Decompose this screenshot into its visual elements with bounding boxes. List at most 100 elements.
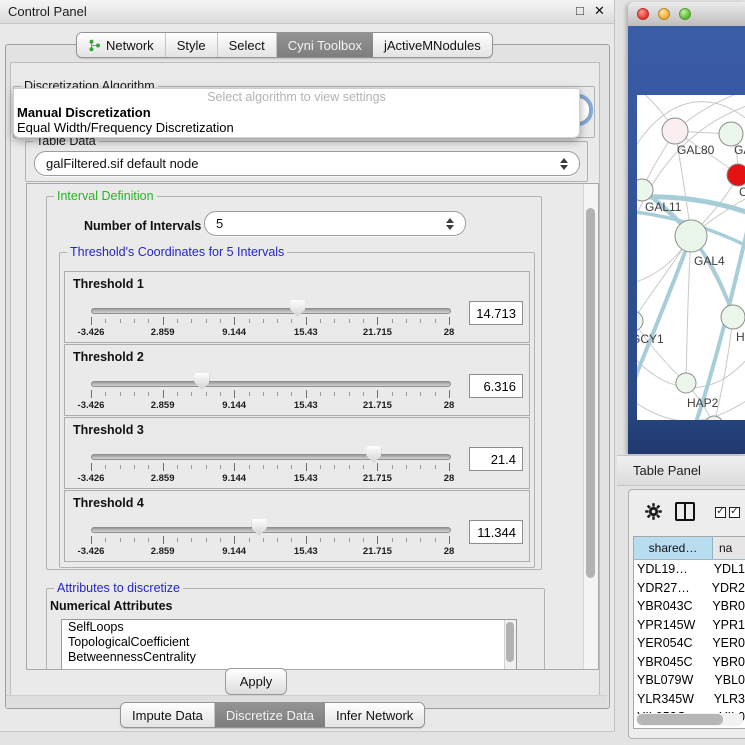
node-attribute-table[interactable]: shared… na YDL19…YDL1YDR27…YDR2YBR043CYB… — [633, 536, 745, 729]
network-node[interactable] — [675, 220, 707, 252]
column-header-shared-name[interactable]: shared… — [634, 537, 713, 559]
network-node[interactable] — [721, 305, 745, 329]
table-row[interactable]: YBR043CYBR0 — [634, 597, 745, 616]
settings-vertical-scrollbar[interactable] — [583, 184, 598, 669]
table-row[interactable]: YLR345WYLR3 — [634, 690, 745, 709]
column-header-name[interactable]: na — [713, 537, 745, 559]
table-data-combobox-value: galFiltered.sif default node — [46, 156, 198, 171]
dropdown-option-manual[interactable]: Manual Discretization — [14, 105, 579, 120]
control-panel-window: Control Panel □ ✕ Network Style Select C… — [0, 0, 615, 732]
threshold-slider-track[interactable] — [91, 308, 451, 314]
attribute-list-item[interactable]: TopologicalCoefficient — [62, 635, 516, 650]
attribute-list-scrollbar[interactable] — [504, 620, 516, 670]
network-node[interactable] — [637, 311, 643, 331]
table-row[interactable]: YBL079WYBL0 — [634, 671, 745, 690]
tab-impute-data[interactable]: Impute Data — [121, 703, 215, 727]
network-node[interactable] — [662, 118, 688, 144]
table-row[interactable]: YER054CYER0 — [634, 634, 745, 653]
tick-label: 9.144 — [222, 400, 246, 411]
slider-tick-labels: -3.4262.8599.14415.4321.71528 — [91, 473, 449, 483]
network-node-label: C — [739, 185, 745, 199]
tick-label: 28 — [444, 546, 455, 557]
cell-name[interactable]: YBL0 — [706, 673, 745, 687]
cell-name[interactable]: YBR0 — [704, 655, 745, 669]
apply-button[interactable]: Apply — [225, 668, 287, 695]
cell-shared-name[interactable]: YLR345W — [634, 692, 706, 706]
tab-cyni-toolbox[interactable]: Cyni Toolbox — [277, 33, 373, 57]
tick-label: -3.426 — [78, 546, 105, 557]
slider-tick-marks — [91, 536, 449, 545]
threshold-value-field[interactable]: 11.344 — [469, 520, 523, 544]
split-columns-icon[interactable] — [675, 502, 695, 521]
cell-name[interactable]: YPR1 — [704, 618, 745, 632]
cell-name[interactable]: YER0 — [704, 636, 745, 650]
minimize-light-yellow-icon[interactable] — [658, 8, 670, 20]
threshold-value-field[interactable]: 21.4 — [469, 447, 523, 471]
cell-name[interactable]: YBR0 — [704, 599, 745, 613]
network-node[interactable] — [676, 373, 696, 393]
threshold-slider-track[interactable] — [91, 454, 451, 460]
cyni-bottom-tabbar: Impute Data Discretize Data Infer Networ… — [120, 702, 425, 728]
network-view-window: GAL80GACGAL11GAL4GCY1HHAP2 — [628, 2, 745, 454]
dropdown-option-equal-width[interactable]: Equal Width/Frequency Discretization — [14, 120, 579, 135]
attribute-list-item[interactable]: SelfLoops — [62, 620, 516, 635]
cell-name[interactable]: YDR2 — [704, 581, 745, 595]
gear-icon[interactable] — [645, 503, 662, 525]
number-of-intervals-combobox[interactable]: 5 — [204, 211, 466, 236]
numerical-attributes-list[interactable]: SelfLoopsTopologicalCoefficientBetweenne… — [61, 619, 517, 670]
tab-infer-network[interactable]: Infer Network — [325, 703, 424, 727]
tick-label: 2.859 — [151, 400, 175, 411]
checkbox-checked-icon[interactable]: ✓ — [715, 507, 726, 518]
threshold-slider-thumb[interactable] — [366, 446, 381, 463]
dropdown-hint: Select algorithm to view settings — [14, 89, 579, 105]
table-horizontal-scrollbar[interactable] — [636, 713, 743, 726]
cell-name[interactable]: YDL1 — [706, 562, 745, 576]
scrollbar-thumb[interactable] — [506, 622, 514, 662]
threshold-slider-track[interactable] — [91, 527, 451, 533]
scrollbar-thumb[interactable] — [637, 714, 723, 725]
threshold-value-field[interactable]: 6.316 — [469, 374, 523, 398]
scrollbar-thumb[interactable] — [586, 208, 595, 578]
tick-label: 9.144 — [222, 546, 246, 557]
tick-label: 15.43 — [294, 546, 318, 557]
settings-scroll-viewport: Interval Definition Number of Intervals … — [26, 183, 599, 670]
cell-shared-name[interactable]: YBR045C — [634, 655, 704, 669]
close-light-red-icon[interactable] — [637, 8, 649, 20]
tab-discretize-data[interactable]: Discretize Data — [215, 703, 325, 727]
slider-tick-marks — [91, 317, 449, 326]
table-row[interactable]: YDR27…YDR2 — [634, 579, 745, 598]
attribute-list-item[interactable]: BetweennessCentrality — [62, 650, 516, 665]
zoom-light-green-icon[interactable] — [679, 8, 691, 20]
cell-shared-name[interactable]: YBL079W — [634, 673, 706, 687]
tick-label: -3.426 — [78, 400, 105, 411]
tab-jactivemnodules[interactable]: jActiveMNodules — [373, 33, 492, 57]
threshold-slider-thumb[interactable] — [290, 300, 305, 317]
checkbox-checked-icon[interactable]: ✓ — [729, 507, 740, 518]
network-node-label: GCY1 — [637, 332, 664, 346]
table-row[interactable]: YPR145WYPR1 — [634, 616, 745, 635]
tab-select[interactable]: Select — [218, 33, 277, 57]
table-row[interactable]: YDL19…YDL1 — [634, 560, 745, 579]
threshold-value-field[interactable]: 14.713 — [469, 301, 523, 325]
network-canvas[interactable]: GAL80GACGAL11GAL4GCY1HHAP2 — [637, 95, 745, 420]
table-row[interactable]: YBR045CYBR0 — [634, 653, 745, 672]
table-data-combobox[interactable]: galFiltered.sif default node — [34, 151, 580, 176]
cell-shared-name[interactable]: YDR27… — [634, 581, 704, 595]
tab-style[interactable]: Style — [166, 33, 218, 57]
cell-shared-name[interactable]: YPR145W — [634, 618, 704, 632]
tab-network[interactable]: Network — [77, 33, 166, 57]
close-panel-icon[interactable]: ✕ — [594, 3, 605, 19]
cell-shared-name[interactable]: YDL19… — [634, 562, 706, 576]
cell-shared-name[interactable]: YBR043C — [634, 599, 704, 613]
threshold-slider-thumb[interactable] — [194, 373, 209, 390]
slider-tick-marks — [91, 463, 449, 472]
cell-name[interactable]: YLR3 — [706, 692, 745, 706]
network-node[interactable] — [727, 164, 745, 186]
network-node-label: HAP2 — [687, 396, 719, 410]
float-window-icon[interactable]: □ — [576, 3, 584, 18]
threshold-slider-thumb[interactable] — [252, 519, 267, 536]
table-panel-title: Table Panel — [633, 463, 701, 478]
cell-shared-name[interactable]: YER054C — [634, 636, 704, 650]
threshold-slider-track[interactable] — [91, 381, 451, 387]
network-node[interactable] — [705, 416, 723, 420]
